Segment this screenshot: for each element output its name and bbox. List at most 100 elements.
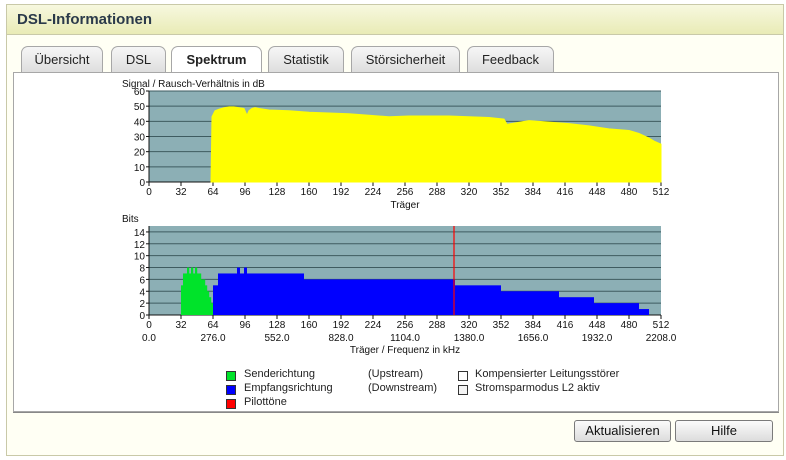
bits-freq-label: 0.0 bbox=[142, 333, 156, 344]
downstream-bar bbox=[639, 309, 643, 315]
downstream-bar bbox=[455, 285, 494, 315]
snr-xtick-label: 64 bbox=[207, 187, 219, 198]
snr-xtick-label: 352 bbox=[493, 187, 510, 198]
bits-xlabel: Träger / Frequenz in kHz bbox=[350, 345, 460, 356]
snr-xtick-label: 0 bbox=[146, 187, 152, 198]
bits-freq-label: 828.0 bbox=[328, 333, 353, 344]
upstream-bar bbox=[195, 267, 198, 315]
legend-upstream-dir: (Upstream) bbox=[368, 368, 424, 380]
bits-ytick-label: 4 bbox=[139, 287, 145, 298]
bits-xtick-label: 64 bbox=[207, 320, 219, 331]
legend-l2-label: Stromsparmodus L2 aktiv bbox=[475, 382, 600, 394]
downstream-bar bbox=[564, 297, 594, 315]
bits-xtick-label: 480 bbox=[621, 320, 638, 331]
bits-xtick-label: 96 bbox=[239, 320, 251, 331]
bits-freq-label: 1380.0 bbox=[454, 333, 485, 344]
upstream-bar bbox=[183, 273, 186, 315]
snr-chart: 01020304050600 32 64 96 128 160 192 224 256 288 32… bbox=[122, 79, 670, 211]
downstream-bar bbox=[501, 291, 534, 315]
snr-xtick-label: 160 bbox=[301, 187, 318, 198]
downstream-bar bbox=[244, 267, 247, 315]
upstream-bar bbox=[209, 297, 212, 315]
snr-ytick-label: 10 bbox=[134, 163, 146, 174]
l2-swatch bbox=[458, 385, 468, 395]
upstream-bar bbox=[211, 303, 214, 315]
snr-ytick-label: 30 bbox=[134, 133, 146, 144]
bits-xtick-label: 128 bbox=[269, 320, 286, 331]
bits-xtick-label: 352 bbox=[493, 320, 510, 331]
snr-xtick-label: 320 bbox=[461, 187, 478, 198]
downstream-bar bbox=[247, 273, 299, 315]
snr-xtick-label: 448 bbox=[589, 187, 606, 198]
bits-ytick-label: 2 bbox=[139, 299, 145, 310]
bits-xtick-label: 288 bbox=[429, 320, 446, 331]
snr-xtick-label: 32 bbox=[175, 187, 187, 198]
snr-xtick-label: 256 bbox=[397, 187, 414, 198]
snr-xtick-label: 416 bbox=[557, 187, 574, 198]
snr-ytick-label: 50 bbox=[134, 102, 146, 113]
bits-xtick-label: 160 bbox=[301, 320, 318, 331]
downstream-bar bbox=[299, 273, 304, 315]
downstream-swatch bbox=[226, 385, 236, 395]
upstream-bar bbox=[203, 279, 206, 315]
upstream-bar bbox=[193, 273, 196, 315]
downstream-bar bbox=[594, 303, 599, 315]
refresh-button[interactable]: Aktualisieren bbox=[574, 420, 671, 442]
legend-compensated-label: Kompensierter Leitungsstörer bbox=[475, 368, 620, 380]
upstream-bar bbox=[189, 273, 192, 315]
upstream-bar bbox=[201, 279, 204, 315]
bits-ytick-label: 14 bbox=[134, 228, 146, 239]
bits-freq-label: 1932.0 bbox=[582, 333, 613, 344]
compensated-swatch bbox=[458, 371, 468, 381]
legend-downstream-label: Empfangsrichtung bbox=[244, 382, 333, 394]
bits-freq-label: 276.0 bbox=[200, 333, 225, 344]
legend-downstream-dir: (Downstream) bbox=[368, 382, 438, 394]
upstream-swatch bbox=[226, 371, 236, 381]
snr-ytick-label: 0 bbox=[139, 178, 145, 189]
upstream-bar bbox=[187, 267, 190, 315]
downstream-bar bbox=[389, 279, 439, 315]
downstream-bar bbox=[304, 279, 309, 315]
downstream-bar bbox=[224, 273, 237, 315]
downstream-bar bbox=[309, 279, 334, 315]
snr-xtick-label: 384 bbox=[525, 187, 542, 198]
bits-freq-label: 1656.0 bbox=[518, 333, 549, 344]
help-button[interactable]: Hilfe bbox=[675, 420, 773, 442]
snr-xtick-label: 480 bbox=[621, 187, 638, 198]
downstream-bar bbox=[240, 273, 244, 315]
upstream-bar bbox=[181, 285, 184, 315]
downstream-bar bbox=[439, 279, 455, 315]
bits-ytick-label: 8 bbox=[139, 264, 145, 275]
snr-xtick-label: 96 bbox=[239, 187, 251, 198]
bits-freq-label: 1104.0 bbox=[390, 333, 420, 344]
legend-upstream-label: Senderichtung bbox=[244, 368, 315, 380]
bits-xtick-label: 224 bbox=[365, 320, 382, 331]
upstream-bar bbox=[185, 273, 188, 315]
snr-xtick-label: 288 bbox=[429, 187, 446, 198]
snr-ytick-label: 40 bbox=[134, 117, 146, 128]
upstream-bar bbox=[199, 273, 202, 315]
downstream-bar bbox=[494, 285, 501, 315]
snr-xtick-label: 512 bbox=[653, 187, 670, 198]
pilot-swatch bbox=[226, 399, 236, 409]
upstream-bar bbox=[191, 267, 194, 315]
bits-xtick-label: 384 bbox=[525, 320, 542, 331]
bits-xtick-label: 448 bbox=[589, 320, 606, 331]
downstream-bar bbox=[334, 279, 389, 315]
snr-title: Signal / Rausch-Verhältnis in dB bbox=[122, 79, 265, 90]
bits-xtick-label: 512 bbox=[653, 320, 670, 331]
downstream-bar bbox=[599, 303, 639, 315]
bits-chart: 02468101214 0 32 64 96 128 160 192 224 256 288 320 3… bbox=[122, 214, 677, 356]
bits-freq-label: 552.0 bbox=[264, 333, 289, 344]
bits-ytick-label: 0 bbox=[139, 311, 145, 322]
bits-ytick-label: 6 bbox=[139, 275, 145, 286]
bits-title: Bits bbox=[122, 214, 139, 225]
downstream-bar bbox=[643, 309, 649, 315]
bits-freq-label: 2208.0 bbox=[646, 333, 677, 344]
snr-xtick-label: 128 bbox=[269, 187, 286, 198]
dsl-info-window: DSL-Informationen Übersicht DSL Spektrum… bbox=[6, 4, 784, 456]
snr-xtick-label: 192 bbox=[333, 187, 350, 198]
bits-xtick-label: 320 bbox=[461, 320, 478, 331]
snr-ytick-label: 20 bbox=[134, 148, 146, 159]
downstream-bar bbox=[559, 297, 564, 315]
